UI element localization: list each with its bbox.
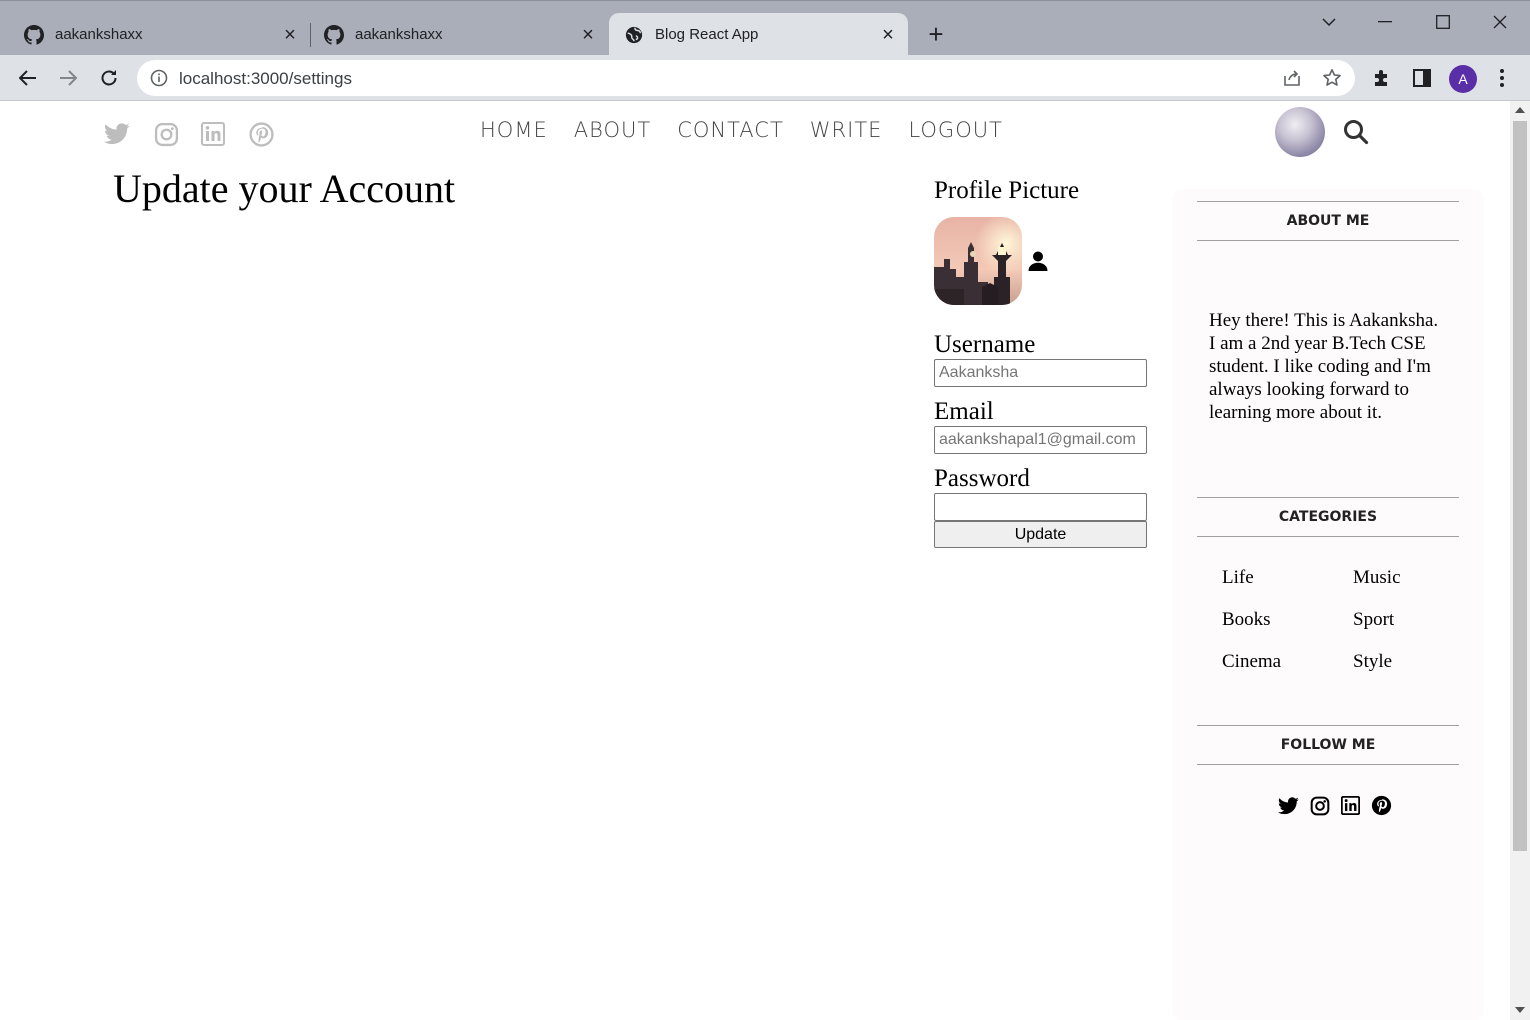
instagram-icon[interactable] [1309, 795, 1330, 816]
extensions-icon[interactable] [1368, 64, 1396, 92]
forward-icon[interactable] [54, 64, 82, 92]
main-nav: HOME ABOUT CONTACT WRITE LOGOUT [480, 118, 1029, 142]
web-page: HOME ABOUT CONTACT WRITE LOGOUT Update y… [1, 101, 1509, 1020]
linkedin-icon[interactable] [1340, 795, 1361, 816]
category-music[interactable]: Music [1353, 566, 1462, 589]
nav-home[interactable]: HOME [480, 118, 548, 142]
category-list: Life Music Books Sport Cinema Style [1222, 566, 1462, 673]
url-text: localhost:3000/settings [179, 69, 352, 88]
scrollbar-thumb[interactable] [1513, 121, 1527, 851]
side-panel-icon[interactable] [1408, 64, 1436, 92]
about-me-text: Hey there! This is Aakanksha. I am a 2nd… [1209, 310, 1439, 423]
user-avatar[interactable] [1275, 107, 1325, 157]
window-close-icon[interactable] [1485, 9, 1515, 35]
new-tab-button[interactable]: + [922, 21, 950, 49]
sidebar: ABOUT ME Hey there! This is Aakanksha. I… [1172, 189, 1484, 1020]
profile-picture-row [934, 217, 1150, 305]
close-icon[interactable]: × [878, 25, 898, 45]
globe-icon [624, 25, 644, 45]
nav-write[interactable]: WRITE [810, 118, 883, 142]
more-menu-icon[interactable] [1488, 64, 1516, 92]
profile-picture-label: Profile Picture [934, 177, 1080, 204]
scroll-down-arrow[interactable] [1515, 1007, 1525, 1013]
tab-github-1[interactable]: aakankshaxx × [0, 13, 310, 56]
about-me-title: ABOUT ME [1197, 201, 1459, 241]
tab-title: aakankshaxx [55, 26, 143, 43]
linkedin-icon[interactable] [200, 121, 226, 147]
instagram-icon[interactable] [153, 121, 179, 147]
github-icon [324, 24, 344, 45]
twitter-icon[interactable] [1278, 795, 1299, 816]
github-icon [24, 24, 44, 45]
settings-form: Profile Picture Username Aakanksha Email… [934, 177, 1150, 548]
tab-title: aakankshaxx [355, 26, 443, 43]
share-icon[interactable] [1282, 68, 1302, 88]
site-info-icon[interactable] [150, 69, 168, 87]
category-sport[interactable]: Sport [1353, 608, 1462, 631]
user-icon[interactable] [1027, 250, 1049, 272]
tab-search-icon[interactable] [1314, 9, 1344, 35]
profile-picture [934, 217, 1022, 305]
password-input[interactable] [934, 493, 1147, 521]
category-cinema[interactable]: Cinema [1222, 650, 1353, 673]
categories-title: CATEGORIES [1197, 497, 1459, 537]
nav-contact[interactable]: CONTACT [677, 118, 784, 142]
pinterest-icon[interactable] [248, 121, 274, 147]
category-life[interactable]: Life [1222, 566, 1353, 589]
back-icon[interactable] [14, 64, 42, 92]
search-icon[interactable] [1342, 118, 1370, 146]
follow-me-title: FOLLOW ME [1197, 725, 1459, 765]
email-input[interactable] [934, 426, 1147, 454]
username-input[interactable] [934, 359, 1147, 387]
tab-strip: aakankshaxx × aakankshaxx × Blog React A… [0, 0, 1530, 56]
close-icon[interactable]: × [280, 25, 300, 45]
follow-icons [1278, 795, 1392, 816]
pinterest-icon[interactable] [1371, 795, 1392, 816]
browser-toolbar: localhost:3000/settings A [0, 55, 1530, 101]
password-label: Password [934, 465, 1030, 492]
username-label: Username [934, 331, 1036, 358]
email-label: Email [934, 398, 994, 425]
tab-blog-react-app[interactable]: Blog React App × [609, 13, 908, 56]
category-books[interactable]: Books [1222, 608, 1353, 631]
category-style[interactable]: Style [1353, 650, 1462, 673]
nav-logout[interactable]: LOGOUT [908, 118, 1002, 142]
address-bar[interactable]: localhost:3000/settings [137, 60, 1355, 96]
minimize-icon[interactable] [1370, 9, 1400, 35]
reload-icon[interactable] [95, 64, 123, 92]
page-scrollbar[interactable] [1510, 101, 1530, 1020]
nav-about[interactable]: ABOUT [574, 118, 651, 142]
profile-avatar[interactable]: A [1449, 65, 1477, 93]
scroll-up-arrow[interactable] [1515, 107, 1525, 113]
tab-github-2[interactable]: aakankshaxx × [300, 13, 608, 56]
bookmark-star-icon[interactable] [1322, 68, 1342, 88]
close-icon[interactable]: × [578, 25, 598, 45]
update-button[interactable]: Update [934, 521, 1147, 548]
maximize-icon[interactable] [1428, 9, 1458, 35]
twitter-icon[interactable] [104, 121, 130, 147]
page-title: Update your Account [113, 166, 456, 211]
tab-title: Blog React App [655, 26, 759, 43]
